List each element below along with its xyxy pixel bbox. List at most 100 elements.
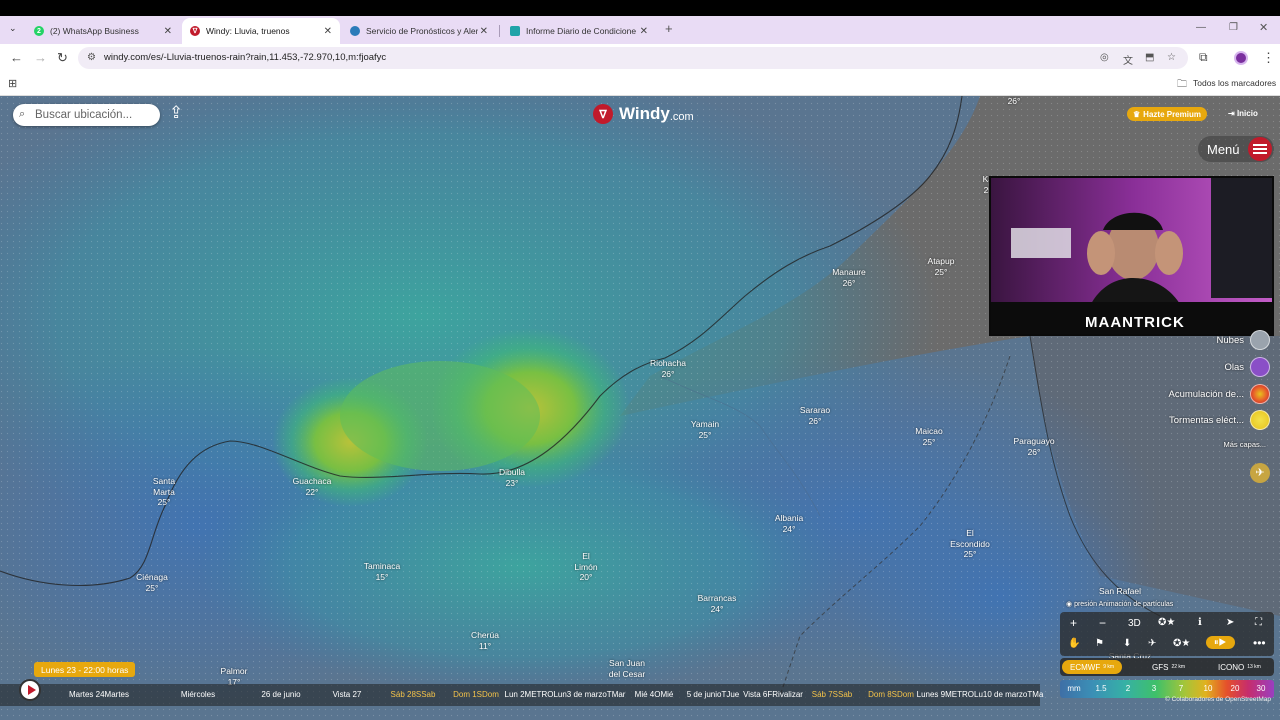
timeline-day[interactable]: Miércoles (181, 690, 215, 699)
timeline-day[interactable]: Dom 1SDom (453, 690, 499, 699)
site-info-icon[interactable]: ⚙ (87, 52, 96, 63)
close-icon[interactable]: ✕ (324, 26, 332, 37)
layer-thunderstorms[interactable]: Tormentas eléct... (1169, 410, 1270, 430)
layer-accumulation[interactable]: Acumulación de... (1168, 384, 1270, 404)
place-label[interactable]: El Limón 20° (574, 551, 597, 583)
new-tab-plus-icon[interactable]: + (665, 21, 673, 36)
more-vert-icon[interactable]: ⋮ (1262, 50, 1275, 66)
star-circle-icon[interactable]: ✪★ (1173, 638, 1190, 649)
forward-arrow-icon[interactable]: → (34, 50, 47, 65)
tab-search-chevron-icon[interactable]: ⌄ (9, 23, 17, 34)
address-bar[interactable]: ⚙ windy.com/es/-Lluvia-truenos-rain?rain… (78, 47, 1188, 69)
record-video-icon[interactable]: ⏸▶ (1206, 636, 1235, 649)
tab-windy[interactable]: ᐁ Windy: Lluvia, truenos ✕ (182, 18, 340, 44)
install-app-icon[interactable]: ⬒ (1145, 52, 1154, 63)
place-label[interactable]: Albania 24° (775, 513, 803, 534)
tab-pronosticos[interactable]: Servicio de Pronósticos y Alerta ✕ (342, 18, 496, 44)
timeline-day[interactable]: Martes 24Martes (69, 690, 129, 699)
place-label[interactable]: Cherúa 11° (471, 630, 499, 651)
extensions-icon[interactable]: ⧉ (1199, 50, 1208, 65)
hand-icon[interactable]: ✋ (1068, 638, 1080, 649)
place-name: Albania (774, 513, 804, 523)
zoom-in-button[interactable]: + (1070, 616, 1077, 630)
folder-icon: 🗀 (1177, 79, 1187, 90)
more-layers-link[interactable]: Más capas... (1223, 440, 1266, 449)
place-label[interactable]: San Rafael (1099, 586, 1141, 597)
zoom-out-button[interactable]: − (1099, 616, 1106, 630)
timeline-day[interactable]: 26 de junio (261, 690, 300, 699)
airplane-icon[interactable]: ✈ (1250, 463, 1270, 483)
timeline-day[interactable]: Lun 2METROLun3 de marzoTMar (505, 690, 626, 699)
tab-whatsapp[interactable]: 2 (2) WhatsApp Business ✕ (26, 18, 180, 44)
layer-waves[interactable]: Olas (1224, 357, 1270, 377)
close-icon[interactable]: ✕ (480, 26, 488, 37)
current-time-label[interactable]: Lunes 23 - 22:00 horas (34, 662, 136, 677)
timeline-day[interactable]: Vista 27 (333, 690, 362, 699)
place-label[interactable]: Dibulla 23° (499, 467, 525, 488)
star-icon[interactable]: ☆ (1167, 52, 1176, 63)
fullscreen-icon[interactable]: ⛶ (1255, 617, 1262, 628)
place-name: Ciénaga (136, 572, 168, 582)
minimize-icon[interactable]: — (1196, 22, 1206, 33)
place-label[interactable]: Taminaca 15° (364, 561, 400, 582)
translate-icon[interactable]: 文 (1123, 52, 1133, 67)
menu-button[interactable]: Menú (1198, 136, 1274, 162)
timeline-day[interactable]: Dom 8SDom (868, 690, 914, 699)
timeline-day[interactable]: Vista 6FRivalizar (743, 690, 803, 699)
forecast-timeline[interactable]: Martes 24Martes Miércoles 26 de junio Vista… (0, 684, 1043, 706)
timeline-day[interactable]: Sáb 28SSab (391, 690, 436, 699)
back-arrow-icon[interactable]: ← (10, 50, 23, 65)
place-label[interactable]: Riohacha 26° (650, 358, 686, 379)
place-label[interactable]: Manaure 26° (832, 267, 866, 288)
timeline-day[interactable]: 5 de junioTJue (687, 690, 739, 699)
apps-grid-icon[interactable]: ⊞ (8, 77, 17, 90)
place-label[interactable]: Atapup 25° (928, 256, 955, 277)
location-icon[interactable]: ➤ (1226, 617, 1234, 628)
all-bookmarks-link[interactable]: Todos los marcadores (1193, 78, 1276, 88)
place-label[interactable]: San Juan del Cesar (609, 658, 645, 679)
model-gfs[interactable]: GFS 22 km (1144, 660, 1193, 674)
pin-icon[interactable]: ⬇ (1123, 638, 1131, 649)
3d-button[interactable]: 3D (1128, 618, 1141, 629)
place-label[interactable]: Barrancas 24° (698, 593, 737, 614)
timeline-day[interactable]: Lunes 9METROLu10 de marzoTMa (917, 690, 1044, 699)
close-icon[interactable]: ✕ (640, 26, 648, 37)
weather-map[interactable]: Santa Marta 25° Guachaca 22° Dibulla 23° Rioha… (0, 96, 1280, 720)
profile-avatar[interactable] (1234, 51, 1248, 65)
favorites-star-icon[interactable]: ✪★ (1158, 617, 1175, 628)
login-button[interactable]: ⇥ Inicio (1228, 109, 1258, 118)
flag-icon[interactable]: ⚑ (1095, 638, 1104, 649)
eye-off-icon[interactable]: ◎ (1100, 52, 1109, 63)
place-label[interactable]: Ciénaga 25° (136, 572, 168, 593)
more-horiz-icon[interactable]: ••• (1253, 636, 1266, 650)
tab-informe[interactable]: Informe Diario de Condiciones ✕ (502, 18, 656, 44)
place-label[interactable]: Santa Marta 25° (153, 476, 175, 508)
reload-icon[interactable]: ↻ (57, 50, 68, 66)
map-credits[interactable]: © Colaboradores de OpenStreetMap (1165, 696, 1271, 703)
close-icon[interactable]: ✕ (164, 26, 172, 37)
model-icon[interactable]: ICONO 13 km (1210, 660, 1269, 674)
premium-button[interactable]: ♛ Hazte Premium (1127, 107, 1207, 121)
place-label[interactable]: Paraguayo 26° (1013, 436, 1054, 457)
windy-logo[interactable]: ᐁ Windy .com (593, 104, 694, 124)
location-search[interactable]: ⌕ Buscar ubicación... (13, 104, 160, 126)
timeline-day[interactable]: Mié 4OMié (635, 690, 674, 699)
layer-clouds[interactable]: Nubes (1217, 330, 1270, 350)
place-label[interactable]: Yamain 25° (691, 419, 719, 440)
info-icon[interactable]: ℹ (1198, 617, 1202, 628)
place-name: Manaure (832, 267, 866, 277)
model-ecmwf[interactable]: ECMWF 9 km (1062, 660, 1123, 674)
particles-toggle[interactable]: ◉ presión Animación de partículas (1066, 600, 1173, 608)
close-window-icon[interactable]: ✕ (1259, 21, 1268, 34)
tab-title: Informe Diario de Condiciones (526, 26, 636, 36)
restore-icon[interactable]: ❐ (1229, 22, 1238, 33)
play-button[interactable] (19, 679, 41, 701)
tab-title: Windy: Lluvia, truenos (206, 26, 290, 36)
timeline-day[interactable]: Sáb 7SSab (812, 690, 852, 699)
place-label[interactable]: El Escondido 25° (950, 528, 990, 560)
place-label[interactable]: Maicao 25° (915, 426, 942, 447)
plane-icon[interactable]: ✈ (1148, 638, 1156, 649)
share-upload-icon[interactable]: ⇪ (169, 103, 183, 123)
place-label[interactable]: Guachaca 22° (293, 476, 332, 497)
place-label[interactable]: Sararao 26° (800, 405, 830, 426)
